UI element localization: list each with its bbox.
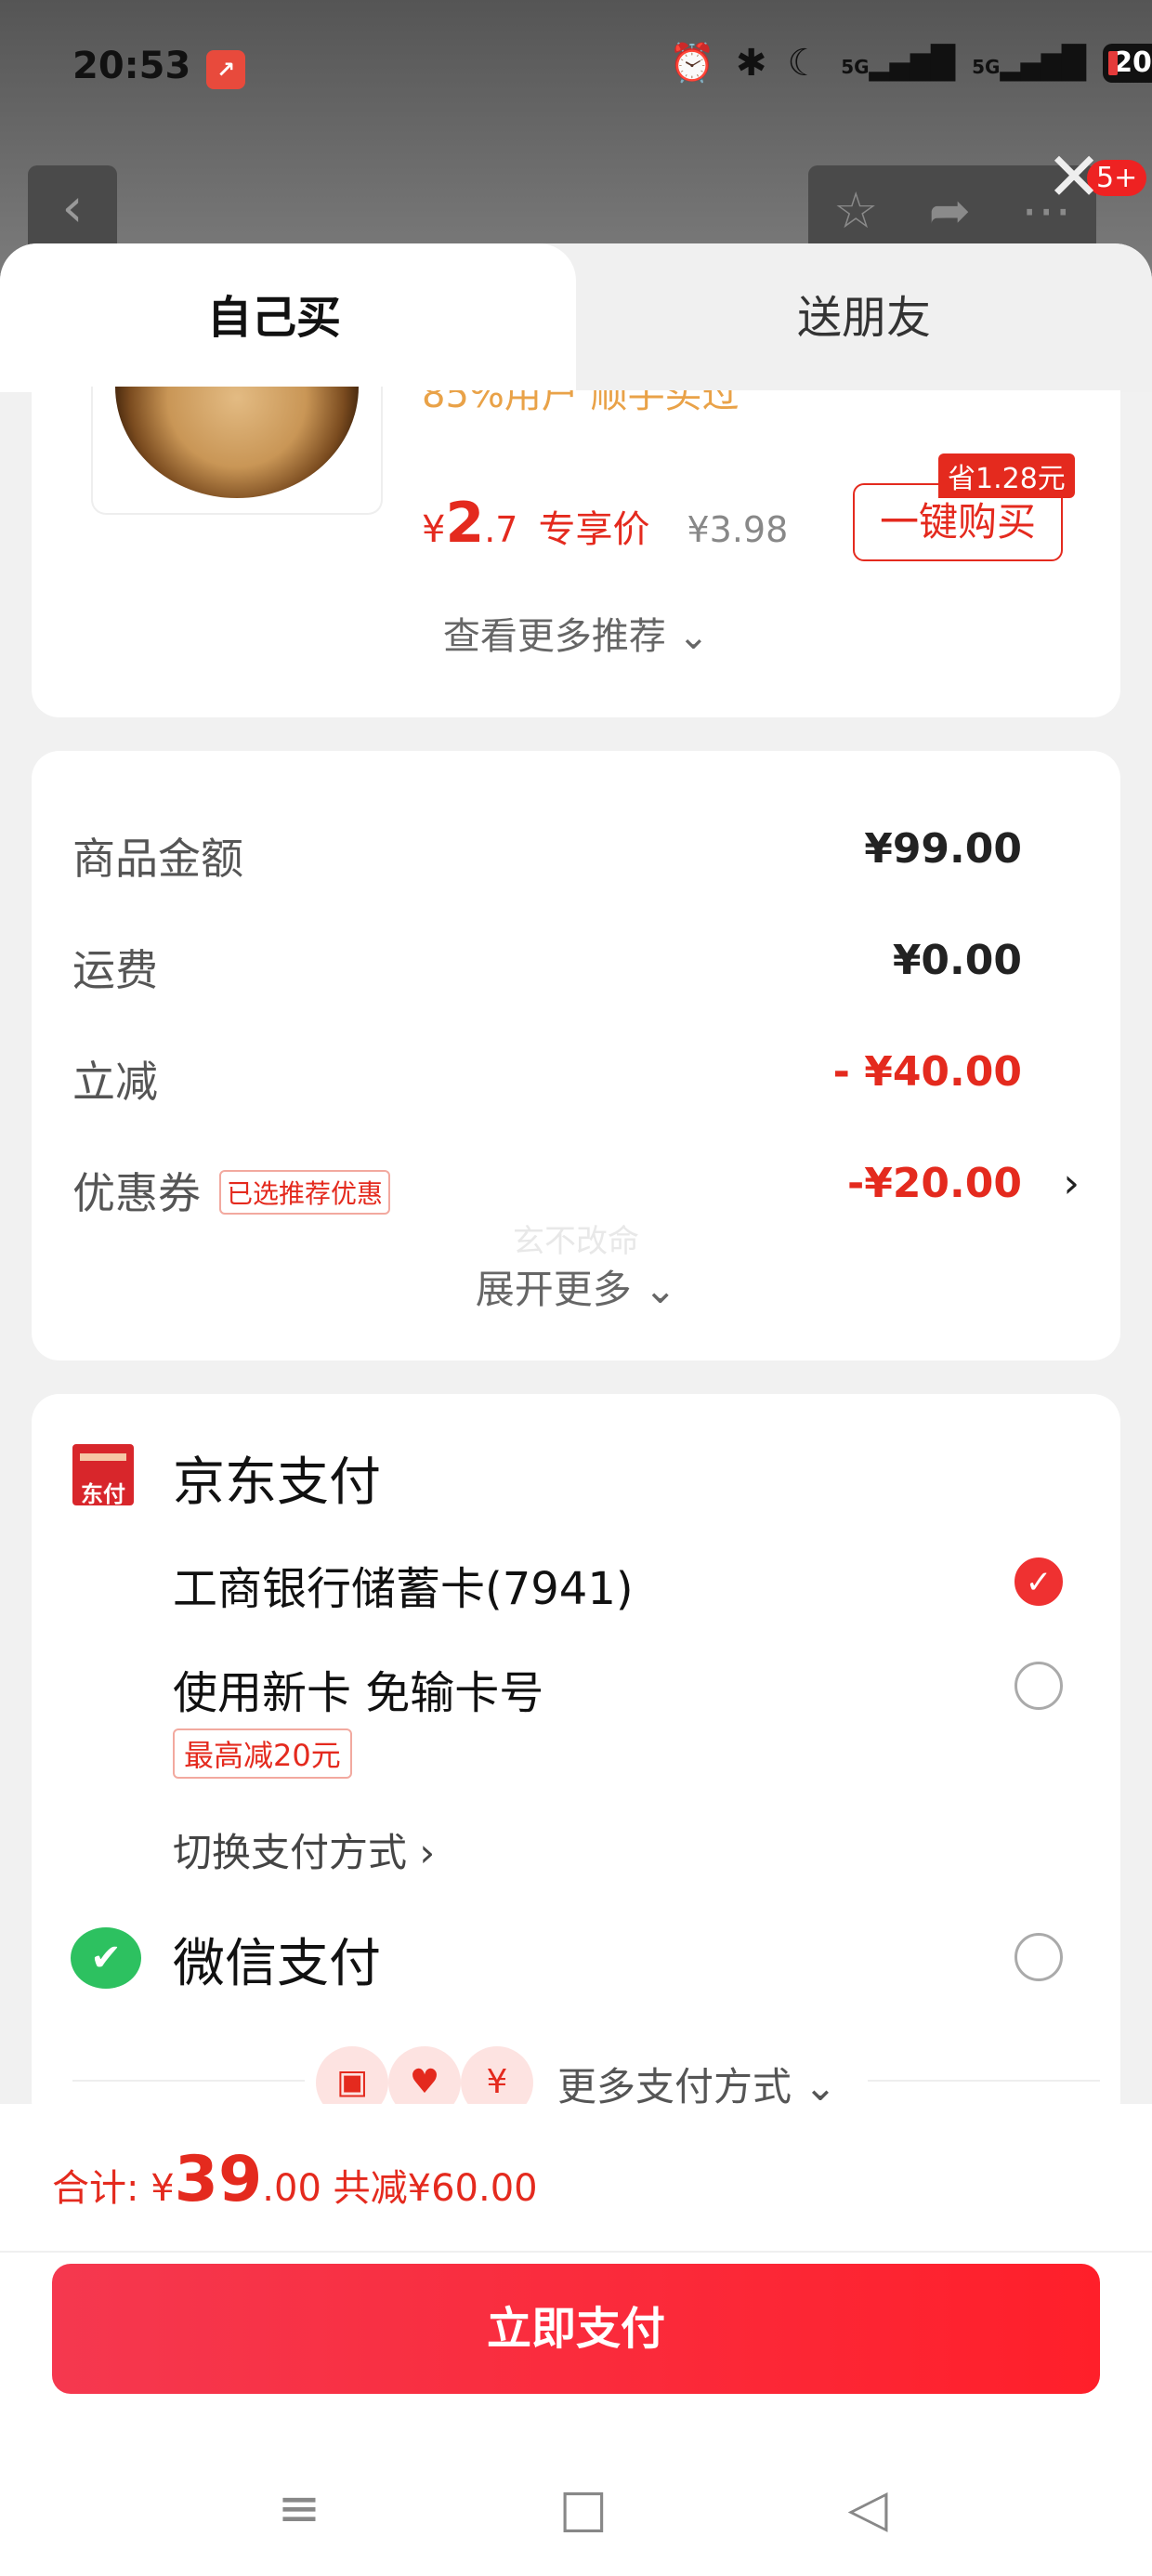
original-price: ¥3.98 [687,509,789,550]
new-card-discount-badge: 最高减20元 [173,1728,352,1779]
moon-icon: ☾ [787,41,821,85]
battery-icon: 20 [1103,43,1152,83]
instant-discount-row: 立减 - ¥40.00 [72,1048,1022,1107]
shipping-value: ¥0.00 [892,937,1022,984]
stock-app-icon: ↗ [206,50,245,89]
see-more-recommendations[interactable]: 查看更多推荐 ⌄ [32,606,1120,660]
system-nav-bar: ≡ □ ◁ [0,2472,1152,2565]
expand-more[interactable]: 展开更多 ⌄ [32,1258,1120,1315]
order-total: 合计: ¥39.00 共减¥60.00 [52,2143,538,2216]
close-icon[interactable]: ✕ [1044,143,1104,210]
share-icon[interactable]: ➦ [929,181,971,240]
bank-card-radio-checked[interactable]: ✓ [1015,1557,1063,1606]
wechat-pay-radio[interactable] [1015,1933,1063,1981]
status-bar: 20:53 ↗ ⏰ ✱ ☾ 5G▂▄▆█ 5G▂▄▆█ 20 [0,0,1152,139]
goods-amount-row: 商品金额 ¥99.00 [72,825,1022,884]
status-icons: ⏰ ✱ ☾ 5G▂▄▆█ 5G▂▄▆█ 20 [669,41,1152,85]
recommend-subtitle: 85%用户 顺手买过 [422,390,740,416]
home-icon[interactable]: □ [546,2472,621,2546]
recommend-price: ¥2.7 专享价 ¥3.98 [422,491,789,556]
purchase-tabs: 送朋友 自己买 [0,243,1152,392]
wechat-pay-option[interactable]: 微信支付 [173,1922,381,1997]
signal-icon-1: 5G▂▄▆█ [841,44,955,82]
goods-amount-value: ¥99.00 [864,825,1022,873]
exclusive-price-tag: 专享价 [538,508,650,551]
switch-payment-method[interactable]: 切换支付方式 › [173,1821,435,1878]
back-triangle-icon[interactable]: ◁ [831,2472,905,2546]
shipping-row: 运费 ¥0.00 [72,937,1022,995]
new-card-radio[interactable] [1015,1662,1063,1710]
divider [868,2080,1100,2082]
coupon-value: -¥20.00 [846,1160,1022,1207]
chevron-down-icon: ⌄ [644,1267,677,1312]
save-badge: 省1.28元 [938,453,1075,498]
signal-icon-2: 5G▂▄▆█ [972,44,1086,82]
checkout-footer: 合计: ¥39.00 共减¥60.00 立即支付 ≡ □ ◁ [0,2104,1152,2576]
chevron-down-icon: ⌄ [677,615,710,658]
chevron-right-icon: › [1063,1160,1080,1207]
bluetooth-icon: ✱ [735,41,767,85]
wechat-pay-icon: ✔ [71,1927,141,1989]
total-saved: 共减¥60.00 [321,2167,538,2210]
instant-discount-value: - ¥40.00 [832,1048,1022,1096]
divider [72,2080,305,2082]
recommendation-card: 85%用户 顺手买过 ¥2.7 专享价 ¥3.98 一键购买 省1.28元 查看更多… [32,387,1120,717]
menu-icon[interactable]: ≡ [262,2472,336,2546]
tab-send-friend[interactable]: 送朋友 [576,243,1152,392]
coupon-row[interactable]: 优惠券 已选推荐优惠 -¥20.00 › [72,1150,1080,1225]
alarm-icon: ⏰ [669,42,715,85]
divider [0,2251,1152,2253]
coupon-badge: 已选推荐优惠 [219,1170,391,1215]
watermark: 玄不改命 [513,1223,639,1260]
back-icon[interactable]: ‹ [28,165,117,255]
chevron-right-icon: › [419,1830,436,1875]
payment-methods-card: 东付 京东支付 工商银行储蓄卡(7941) ✓ 使用新卡 免输卡号 最高减20元… [32,1394,1120,2128]
star-icon[interactable]: ☆ [833,181,878,240]
status-time: 20:53 [72,45,191,87]
jd-pay-logo-icon: 东付 [72,1444,134,1507]
jd-pay-title: 京东支付 [173,1452,381,1513]
new-card-option[interactable]: 使用新卡 免输卡号 [173,1656,543,1721]
chevron-down-icon: ⌄ [804,2064,837,2109]
price-summary-card: 商品金额 ¥99.00 运费 ¥0.00 立减 - ¥40.00 优惠券 已选推荐… [32,751,1120,1360]
pay-now-button[interactable]: 立即支付 [52,2264,1100,2394]
tab-buy-self[interactable]: 自己买 [0,243,576,392]
bank-card-option[interactable]: 工商银行储蓄卡(7941) [173,1552,634,1617]
product-image[interactable] [91,387,383,515]
